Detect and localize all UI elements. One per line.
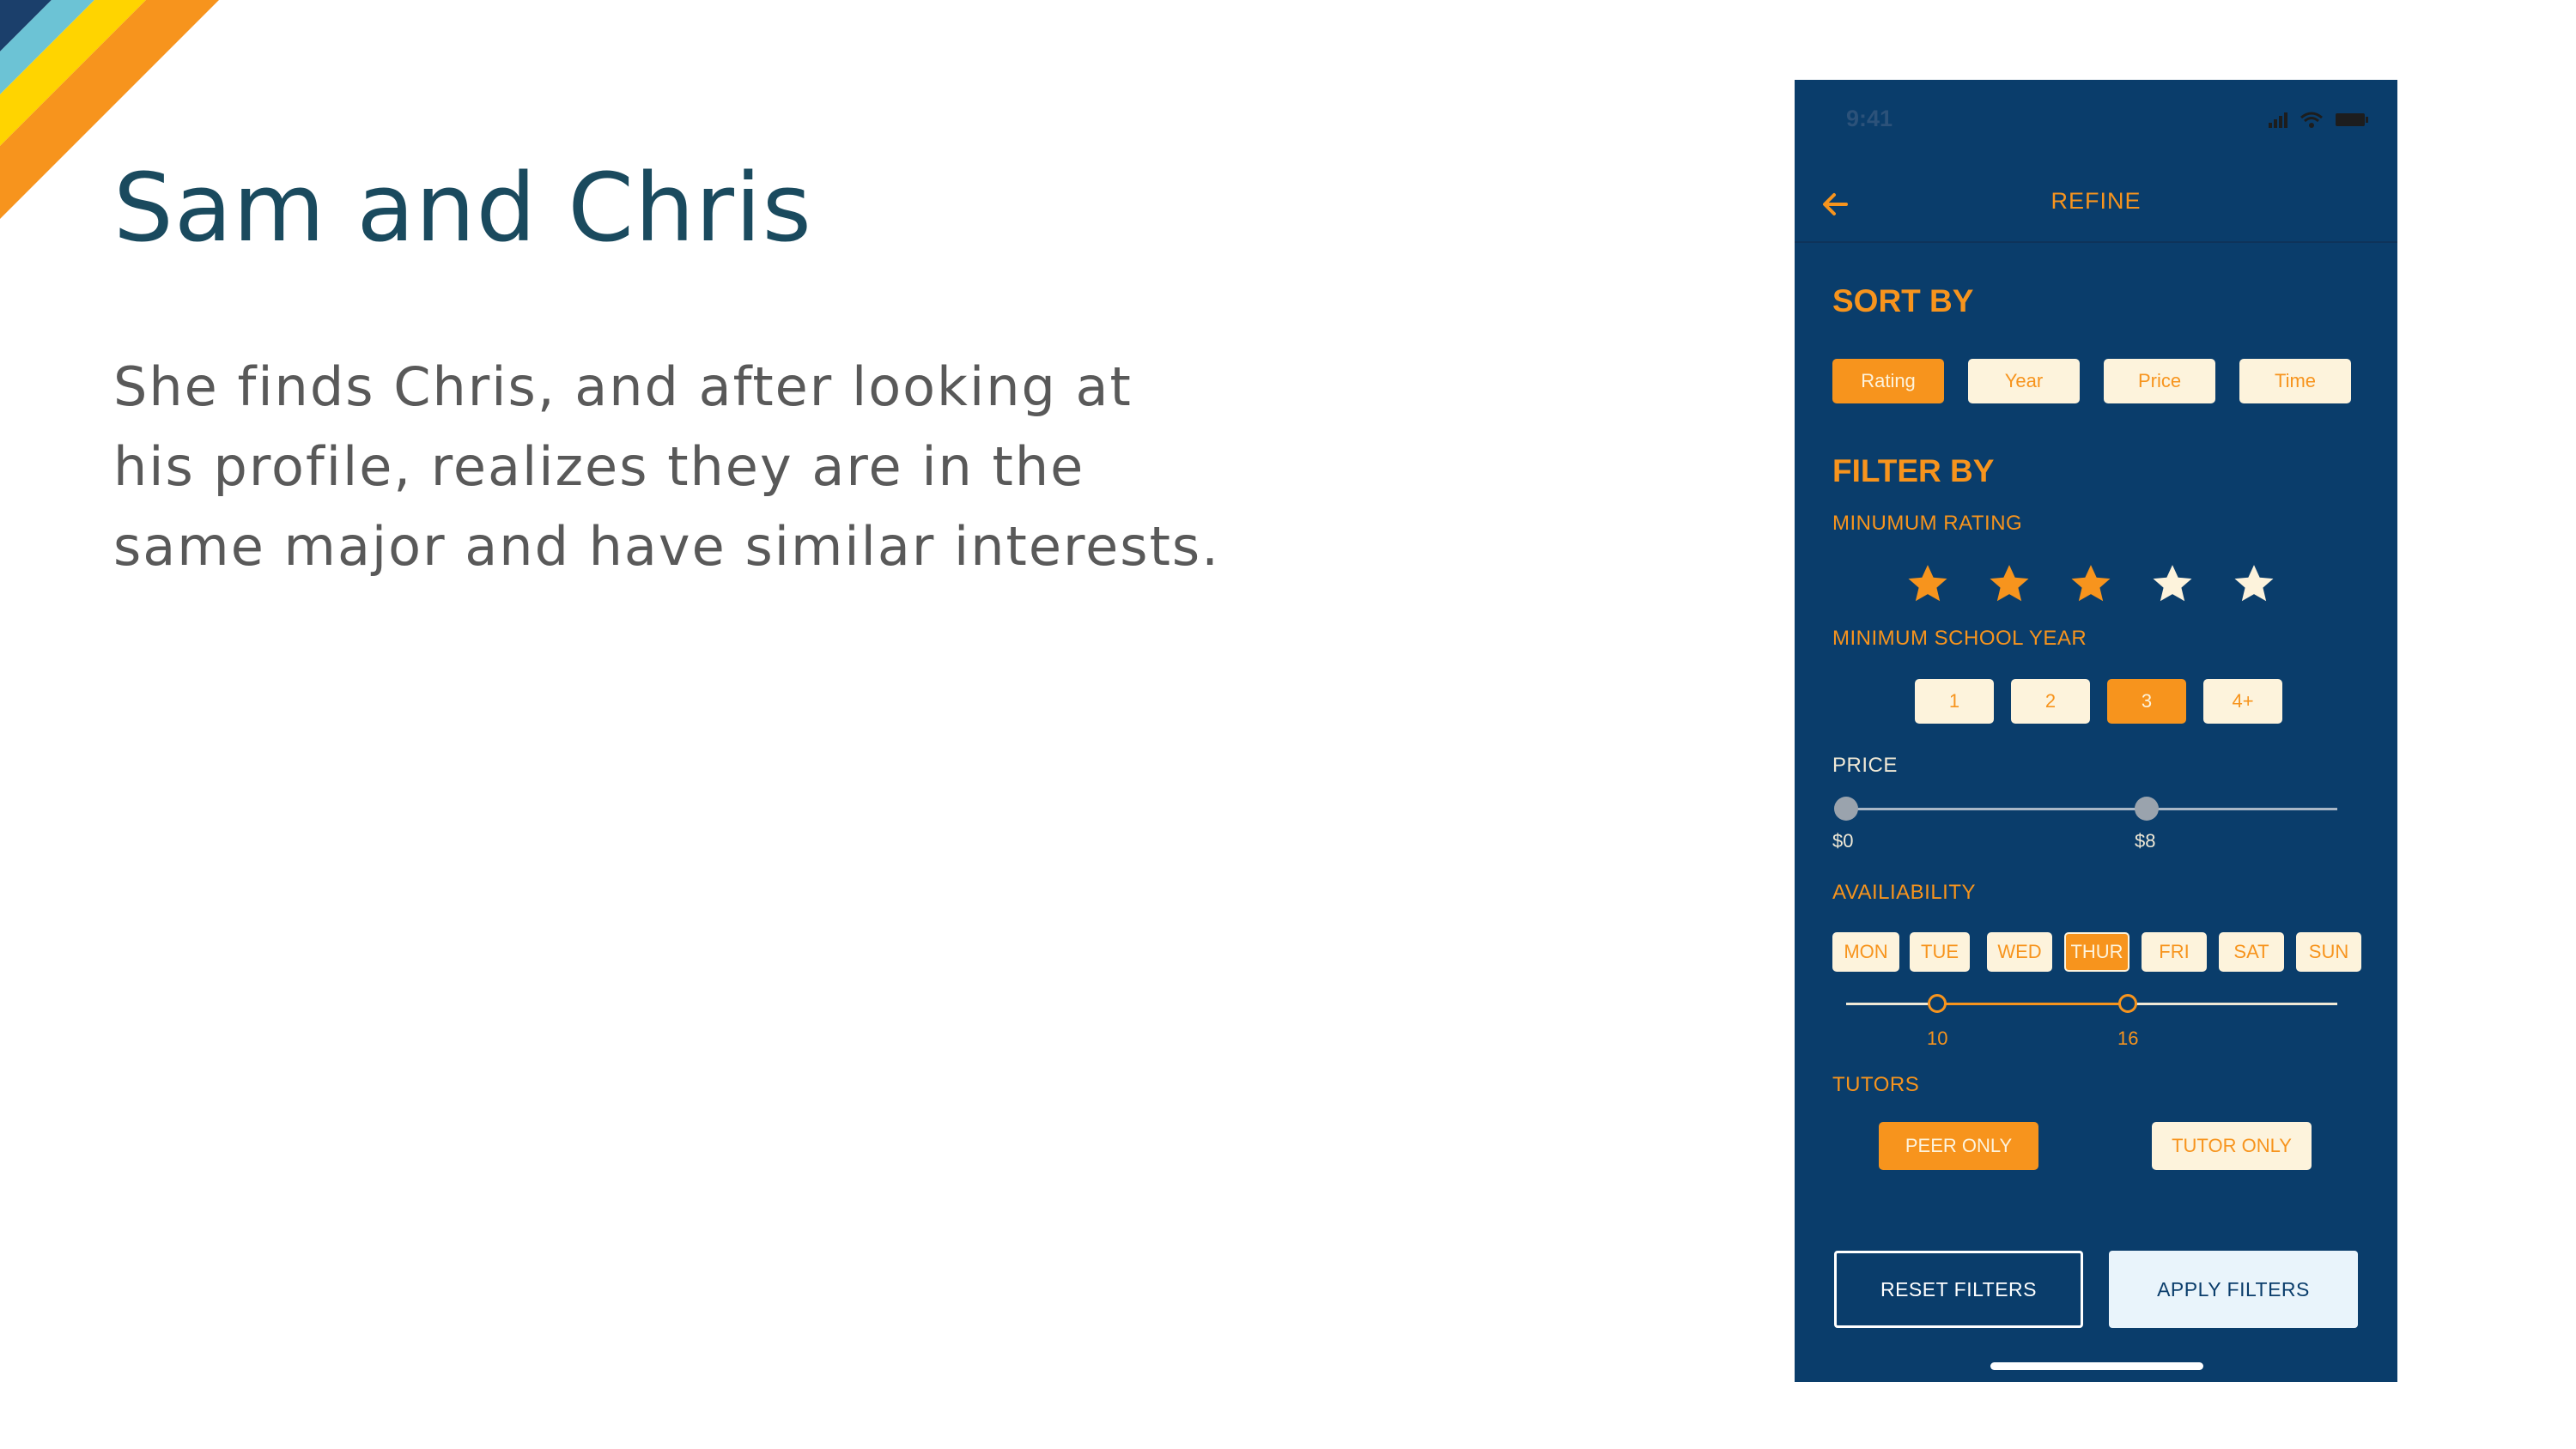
- star-empty-icon[interactable]: [2233, 562, 2275, 605]
- star-icon[interactable]: [1988, 562, 2031, 605]
- time-slider-range: [1936, 1003, 2127, 1005]
- star-icon[interactable]: [2069, 562, 2112, 605]
- status-icons: [2269, 112, 2368, 128]
- rating-label: MINUMUM RATING: [1832, 512, 2023, 535]
- year-chip-2[interactable]: 2: [2011, 679, 2090, 724]
- availability-label: AVAILIABILITY: [1832, 881, 1977, 904]
- reset-filters-button[interactable]: RESET FILTERS: [1834, 1251, 2083, 1328]
- time-start-handle[interactable]: [1928, 994, 1947, 1013]
- wifi-icon: [2300, 112, 2323, 128]
- day-chip-sat[interactable]: SAT: [2219, 932, 2284, 972]
- day-chip-sun[interactable]: SUN: [2296, 932, 2361, 972]
- day-chip-fri[interactable]: FRI: [2142, 932, 2207, 972]
- day-chip-wed[interactable]: WED: [1987, 932, 2052, 972]
- price-min-label: $0: [1832, 830, 1854, 852]
- year-chip-1[interactable]: 1: [1915, 679, 1994, 724]
- year-chip-3[interactable]: 3: [2107, 679, 2186, 724]
- price-max-label: $8: [2135, 830, 2156, 852]
- sort-chip-year[interactable]: Year: [1968, 359, 2080, 403]
- price-label: PRICE: [1832, 754, 1898, 777]
- time-end-handle[interactable]: [2118, 994, 2137, 1013]
- phone-screen: 9:41 REFINE SORT BY Rating Year Price Ti…: [1795, 80, 2397, 1382]
- day-chip-thur[interactable]: THUR: [2064, 932, 2129, 972]
- signal-icon: [2269, 112, 2287, 128]
- price-slider-track[interactable]: [1846, 808, 2337, 810]
- school-year-label: MINIMUM SCHOOL YEAR: [1832, 627, 2087, 650]
- peer-only-button[interactable]: PEER ONLY: [1879, 1122, 2038, 1170]
- time-start-label: 10: [1927, 1028, 1948, 1049]
- price-min-handle[interactable]: [1834, 797, 1858, 821]
- time-end-label: 16: [2117, 1028, 2139, 1049]
- nav-divider: [1795, 241, 2397, 243]
- tutors-label: TUTORS: [1832, 1073, 1920, 1096]
- status-time: 9:41: [1846, 106, 1893, 131]
- day-chip-mon[interactable]: MON: [1832, 932, 1899, 972]
- battery-icon: [2336, 113, 2368, 126]
- slide-title: Sam and Chris: [113, 153, 812, 263]
- sort-chip-rating[interactable]: Rating: [1832, 359, 1944, 403]
- sort-chip-time[interactable]: Time: [2239, 359, 2351, 403]
- sort-chip-price[interactable]: Price: [2104, 359, 2215, 403]
- home-indicator[interactable]: [1990, 1362, 2203, 1370]
- star-icon[interactable]: [1906, 562, 1949, 605]
- tutor-only-button[interactable]: TUTOR ONLY: [2152, 1122, 2312, 1170]
- slide-body-text: She finds Chris, and after looking at hi…: [113, 355, 1220, 578]
- price-max-handle[interactable]: [2135, 797, 2159, 821]
- nav-title: REFINE: [2050, 188, 2142, 214]
- day-chip-tue[interactable]: TUE: [1910, 932, 1970, 972]
- year-chip-4plus[interactable]: 4+: [2203, 679, 2282, 724]
- sort-heading: SORT BY: [1832, 283, 1974, 318]
- filter-heading: FILTER BY: [1832, 453, 1995, 488]
- apply-filters-button[interactable]: APPLY FILTERS: [2109, 1251, 2358, 1328]
- star-empty-icon[interactable]: [2151, 562, 2194, 605]
